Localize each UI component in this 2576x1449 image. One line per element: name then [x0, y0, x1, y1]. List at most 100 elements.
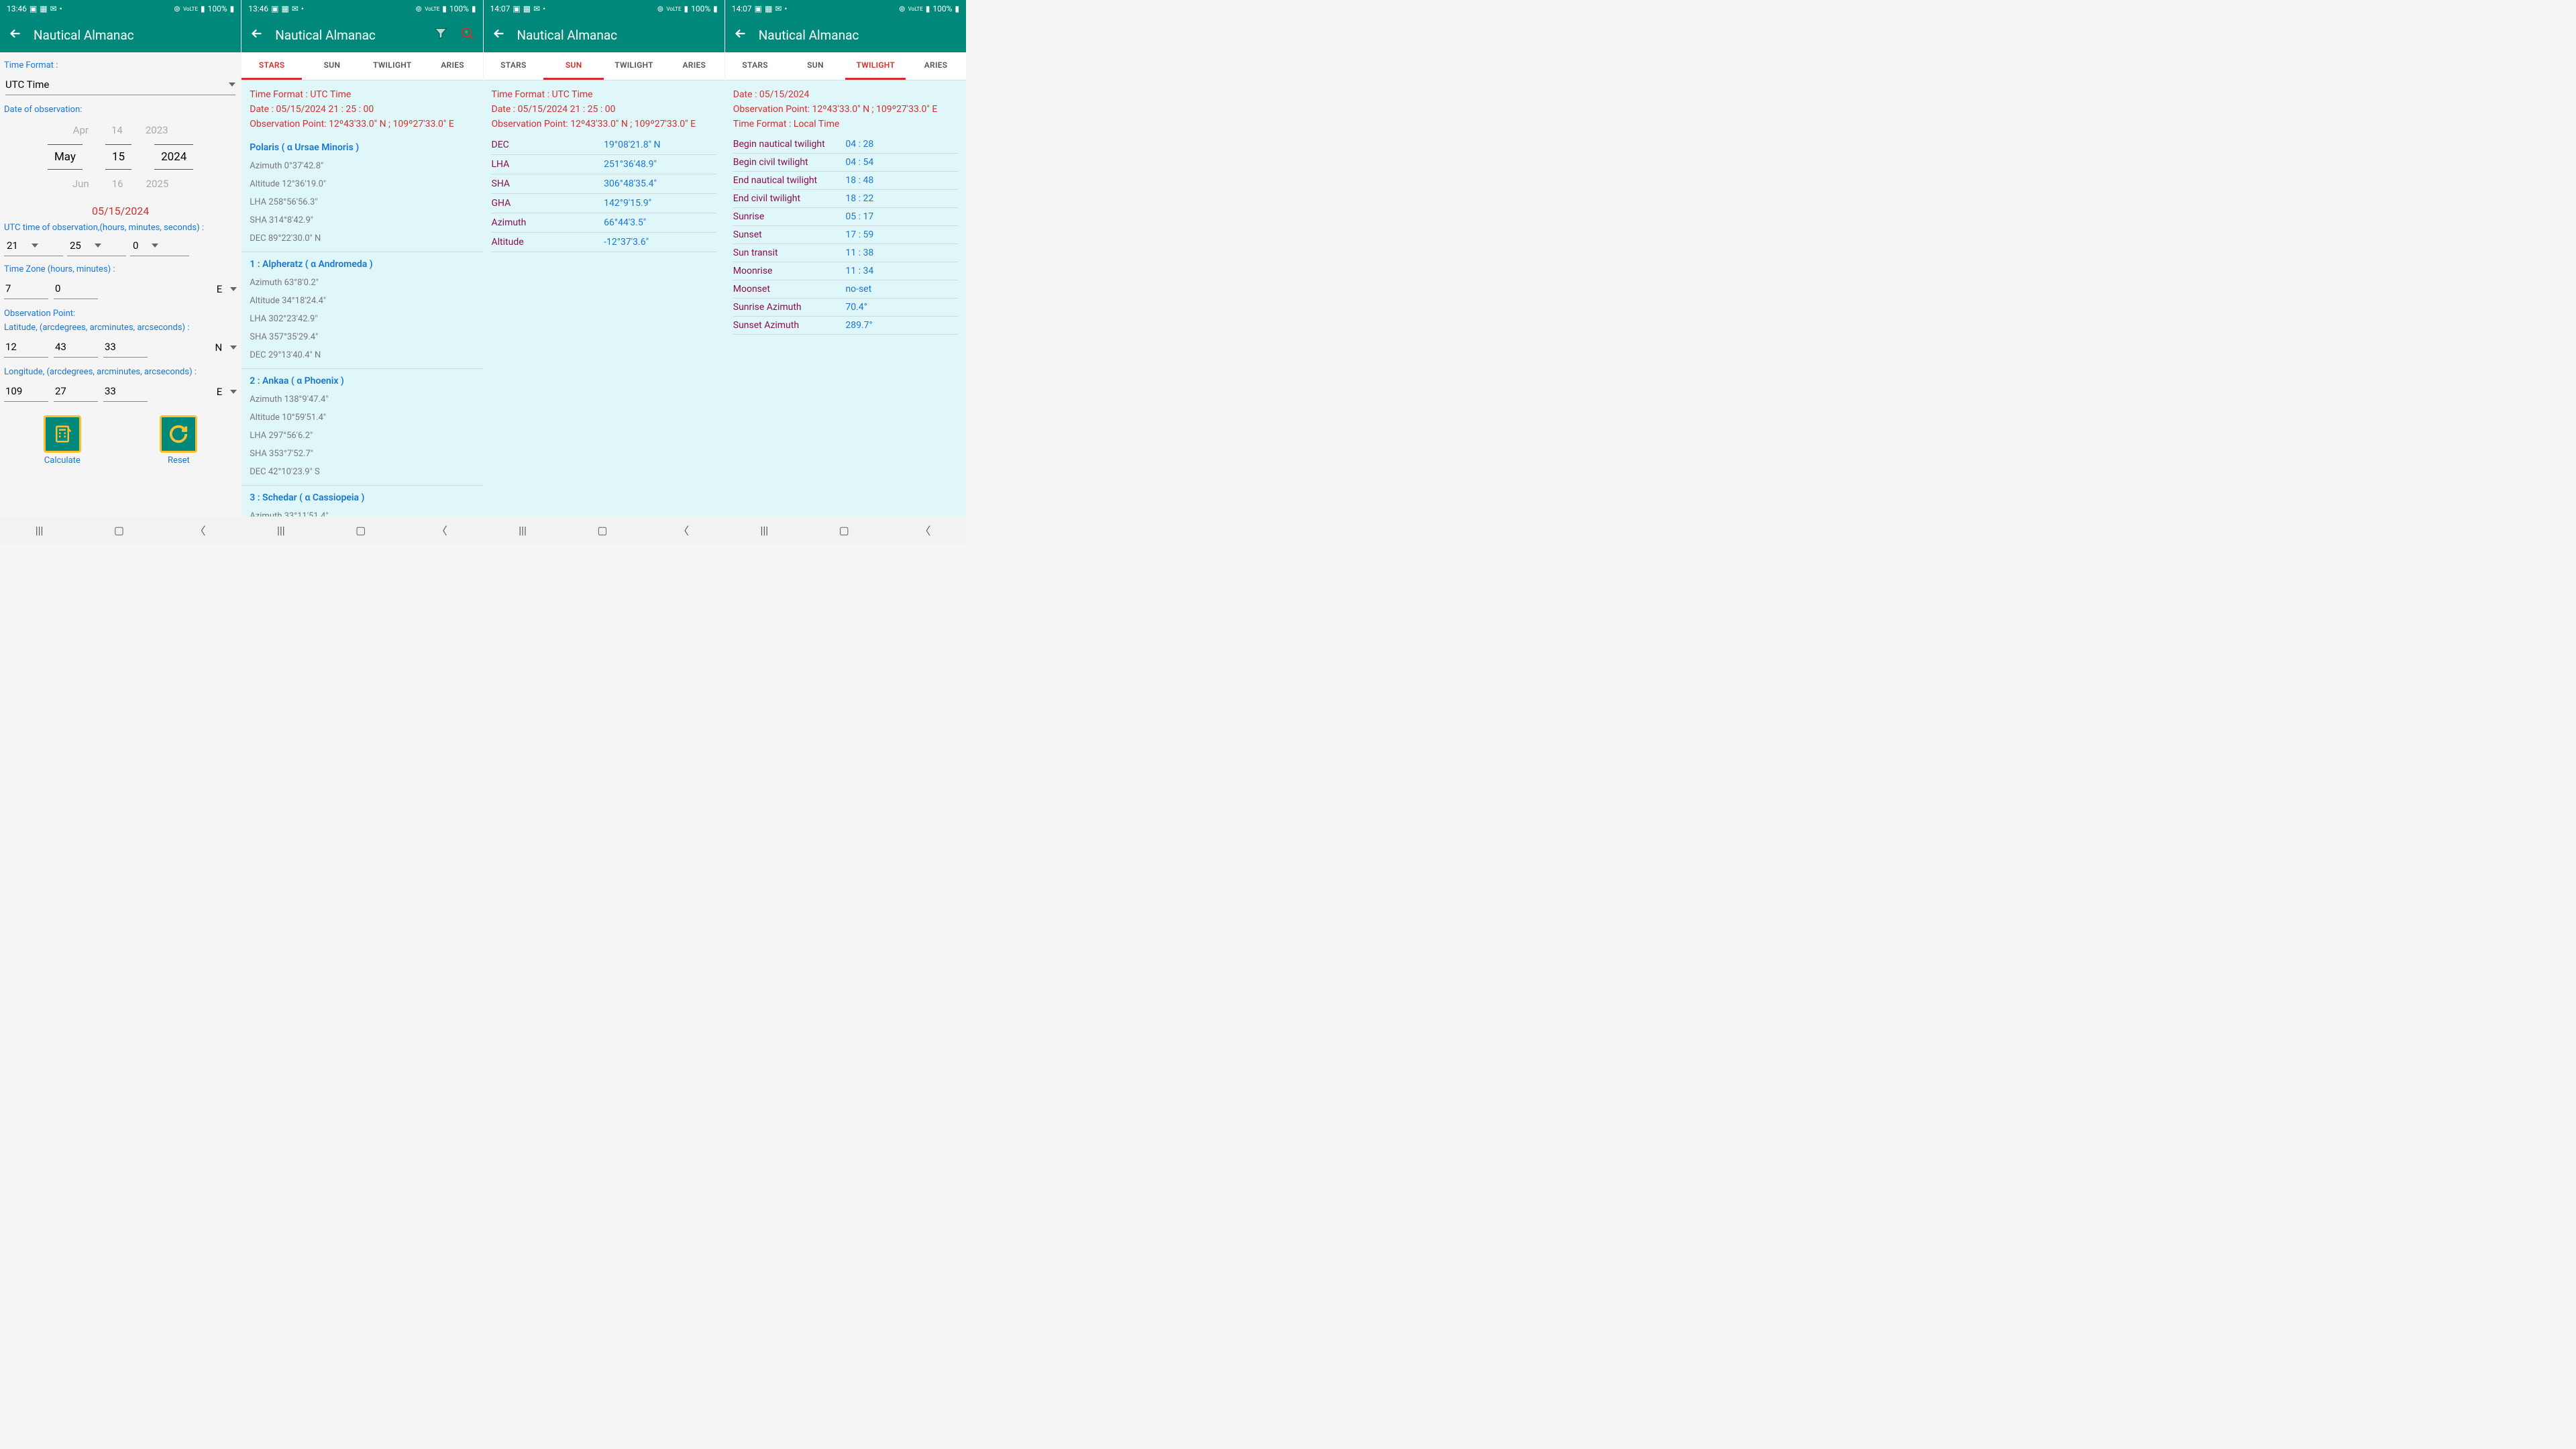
tab-aries[interactable]: ARIES: [906, 52, 966, 80]
volte-label: VoLTE: [666, 6, 681, 12]
pane-stars: 13:46 ▣ ▦ ✉ • ⊚ VoLTE ▮ 100% ▮ Nautical …: [241, 0, 483, 543]
twilight-data-row: Begin nautical twilight04 : 28: [733, 136, 958, 154]
lat-min-input[interactable]: 43: [54, 337, 98, 358]
home-button[interactable]: ▢: [839, 524, 849, 537]
utc-hour-select[interactable]: 21: [4, 235, 63, 256]
pane-twilight: 14:07 ▣ ▦ ✉ • ⊚ VoLTE ▮ 100% ▮ Nautical …: [725, 0, 966, 543]
star-data-row: SHA 357°35'29.4": [250, 328, 474, 346]
battery-label: 100%: [932, 4, 952, 13]
sun-body[interactable]: Time Format : UTC Time Date : 05/15/2024…: [484, 80, 724, 543]
tabs: STARS SUN TWILIGHT ARIES: [725, 52, 966, 80]
tab-twilight[interactable]: TWILIGHT: [362, 52, 423, 80]
app-bar: Nautical Almanac: [725, 17, 966, 52]
lat-deg-input[interactable]: 12: [4, 337, 48, 358]
star-data-row: LHA 297°56'6.2": [250, 427, 474, 445]
twilight-body[interactable]: Date : 05/15/2024 Observation Point: 12º…: [725, 80, 966, 543]
chevron-down-icon: [32, 244, 38, 248]
back-icon[interactable]: [250, 26, 264, 44]
back-icon[interactable]: [492, 26, 506, 44]
tab-stars[interactable]: STARS: [484, 52, 544, 80]
tz-min-input[interactable]: 0: [54, 278, 98, 299]
search-star-icon[interactable]: [460, 26, 475, 44]
star-data-row: Altitude 12°36'19.0": [250, 175, 474, 193]
home-button[interactable]: ▢: [356, 524, 366, 537]
date-prev-row[interactable]: Apr 14 2023: [4, 120, 237, 140]
utc-min-select[interactable]: 25: [67, 235, 126, 256]
star-block[interactable]: 2 : Ankaa ( α Phoenix )Azimuth 138°9'47.…: [241, 369, 482, 486]
stars-body[interactable]: Time Format : UTC Time Date : 05/15/2024…: [241, 80, 482, 543]
tab-aries[interactable]: ARIES: [664, 52, 724, 80]
row-value: 251°36'48.9": [604, 159, 716, 170]
lon-deg-input[interactable]: 109: [4, 381, 48, 402]
chat-icon: ✉: [292, 4, 299, 13]
lon-sec-input[interactable]: 33: [103, 381, 148, 402]
chevron-down-icon: [152, 244, 158, 248]
refresh-icon: [160, 415, 197, 453]
row-value: 306°48'35.4": [604, 178, 716, 189]
chevron-down-icon[interactable]: [230, 345, 237, 350]
tab-stars[interactable]: STARS: [725, 52, 786, 80]
calculator-icon: [44, 415, 81, 453]
lon-min-input[interactable]: 27: [54, 381, 98, 402]
date-next-row[interactable]: Jun 16 2025: [4, 174, 237, 194]
app-title: Nautical Almanac: [517, 28, 618, 43]
star-data-row: LHA 258°56'56.3": [250, 193, 474, 211]
chevron-down-icon[interactable]: [230, 390, 237, 394]
tab-sun[interactable]: SUN: [786, 52, 846, 80]
wifi-icon: ⊚: [899, 4, 906, 13]
twilight-data-row: Sunset17 : 59: [733, 226, 958, 244]
recents-button[interactable]: |||: [519, 524, 527, 537]
recents-button[interactable]: |||: [760, 524, 768, 537]
back-icon[interactable]: [733, 26, 748, 44]
chat-icon: ✉: [533, 4, 540, 13]
chat-icon: ✉: [775, 4, 782, 13]
calculate-button[interactable]: Calculate: [44, 415, 81, 466]
signal-icon: ▮: [442, 4, 447, 13]
tab-twilight[interactable]: TWILIGHT: [604, 52, 664, 80]
utc-sec-select[interactable]: 0: [130, 235, 189, 256]
more-icon: •: [543, 4, 545, 13]
home-button[interactable]: ▢: [114, 524, 124, 537]
twilight-data-row: Sunrise Azimuth70.4°: [733, 299, 958, 317]
nav-bar: ||| ▢ 〈: [0, 517, 241, 543]
star-data-row: Azimuth 138°9'47.4": [250, 390, 474, 409]
star-block[interactable]: 1 : Alpheratz ( α Andromeda )Azimuth 63°…: [241, 252, 482, 369]
tab-aries[interactable]: ARIES: [423, 52, 483, 80]
row-value: 04 : 28: [845, 139, 958, 150]
back-button[interactable]: 〈: [678, 522, 689, 538]
star-data-row: Azimuth 63°8'0.2": [250, 274, 474, 292]
signal-icon: ▮: [926, 4, 930, 13]
tab-sun[interactable]: SUN: [543, 52, 604, 80]
recents-button[interactable]: |||: [277, 524, 285, 537]
gallery-icon: ▣: [30, 4, 37, 13]
tab-twilight[interactable]: TWILIGHT: [845, 52, 906, 80]
time-format-label: Time Format :: [4, 58, 237, 72]
nav-bar: ||| ▢ 〈: [725, 517, 966, 543]
chevron-down-icon[interactable]: [230, 287, 237, 291]
recents-button[interactable]: |||: [36, 524, 44, 537]
home-button[interactable]: ▢: [597, 524, 607, 537]
tz-dir-label: E: [214, 283, 225, 295]
battery-icon: ▮: [230, 4, 235, 13]
back-button[interactable]: 〈: [437, 522, 447, 538]
status-time: 13:46: [248, 4, 268, 13]
row-value: 142°9'15.9": [604, 198, 716, 209]
tz-hour-input[interactable]: 7: [4, 278, 48, 299]
back-button[interactable]: 〈: [920, 522, 930, 538]
tab-stars[interactable]: STARS: [241, 52, 302, 80]
row-key: LHA: [492, 159, 604, 170]
star-block[interactable]: Polaris ( α Ursae Minoris )Azimuth 0°37'…: [241, 136, 482, 252]
lat-label: Latitude, (arcdegrees, arcminutes, arcse…: [4, 320, 237, 334]
date-picker[interactable]: Apr 14 2023 May 15 2024 Jun 16 2025: [4, 120, 237, 194]
tab-sun[interactable]: SUN: [302, 52, 362, 80]
back-icon[interactable]: [8, 26, 23, 44]
date-cur-row[interactable]: May 15 2024: [4, 140, 237, 174]
more-icon: •: [784, 4, 787, 13]
star-name: Polaris ( α Ursae Minoris ): [250, 140, 474, 157]
time-format-select[interactable]: UTC Time: [5, 74, 235, 95]
lat-sec-input[interactable]: 33: [103, 337, 148, 358]
status-bar: 14:07 ▣ ▦ ✉ • ⊚ VoLTE ▮ 100% ▮: [725, 0, 966, 17]
filter-icon[interactable]: [433, 26, 448, 44]
reset-button[interactable]: Reset: [160, 415, 197, 466]
back-button[interactable]: 〈: [195, 522, 205, 538]
